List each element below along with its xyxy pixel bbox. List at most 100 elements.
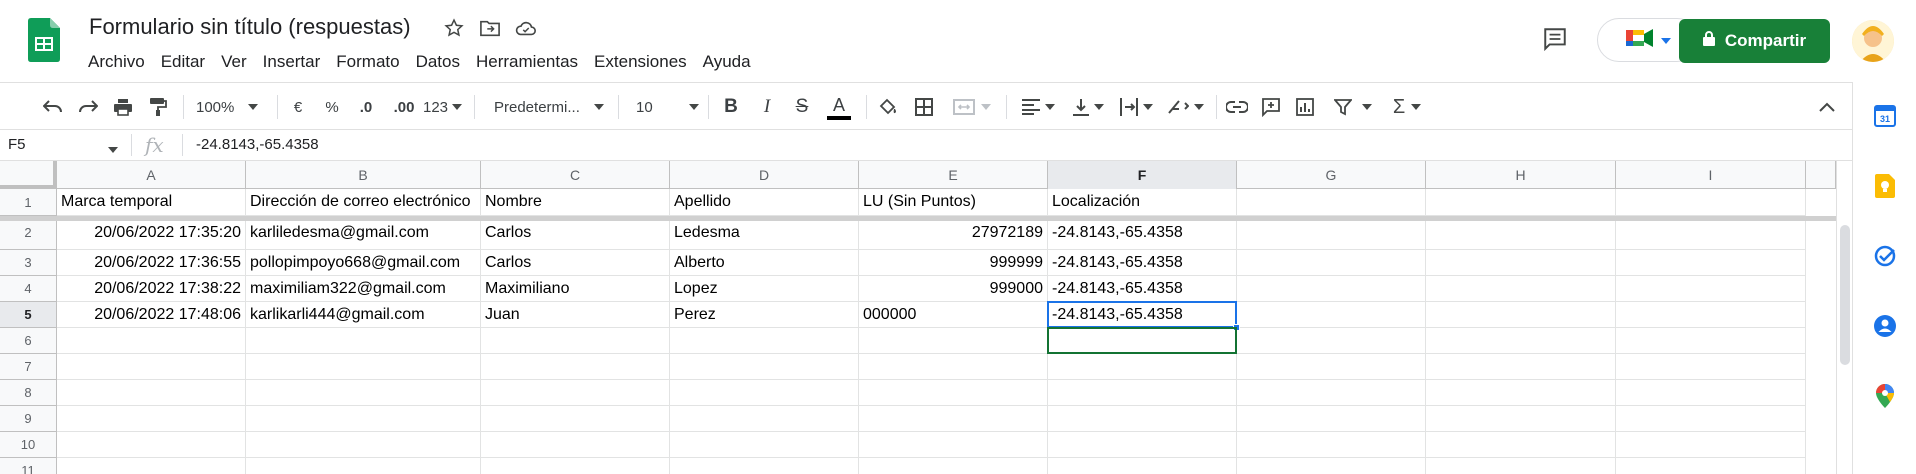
empty-cell[interactable] <box>1237 354 1426 380</box>
header-cell[interactable]: Marca temporal <box>57 189 246 216</box>
table-cell[interactable]: pollopimpoyo668@gmail.com <box>246 250 481 276</box>
menu-insertar[interactable]: Insertar <box>255 50 329 74</box>
column-header-a[interactable]: A <box>57 161 246 189</box>
empty-cell[interactable] <box>1426 458 1616 474</box>
align-vertical-icon[interactable] <box>1068 93 1108 121</box>
frozen-row-divider[interactable] <box>0 216 1836 221</box>
filter-icon[interactable] <box>1330 93 1376 121</box>
table-cell[interactable]: karliledesma@gmail.com <box>246 216 481 250</box>
empty-cell[interactable] <box>1048 354 1237 380</box>
header-cell[interactable] <box>1237 189 1426 216</box>
empty-cell[interactable] <box>481 406 670 432</box>
empty-cell[interactable] <box>246 432 481 458</box>
formula-input[interactable]: -24.8143,-65.4358 <box>196 136 319 153</box>
empty-cell[interactable] <box>670 406 859 432</box>
empty-cell[interactable] <box>1616 458 1806 474</box>
empty-cell[interactable] <box>246 354 481 380</box>
currency-button[interactable]: € <box>288 93 308 121</box>
keep-icon[interactable] <box>1873 174 1897 198</box>
empty-cell[interactable] <box>1237 328 1426 354</box>
row-header-11[interactable]: 11 <box>0 458 57 474</box>
empty-cell[interactable] <box>670 432 859 458</box>
empty-cell[interactable] <box>1426 328 1616 354</box>
empty-cell[interactable] <box>670 458 859 474</box>
empty-cell[interactable] <box>57 432 246 458</box>
table-cell[interactable] <box>1616 302 1806 328</box>
table-cell[interactable]: karlikarli444@gmail.com <box>246 302 481 328</box>
print-icon[interactable] <box>110 93 136 121</box>
text-color-button[interactable]: A <box>826 93 852 121</box>
chevron-down-icon[interactable] <box>108 140 118 158</box>
share-button[interactable]: Compartir <box>1679 19 1830 63</box>
text-wrap-icon[interactable] <box>1116 93 1156 121</box>
table-cell[interactable]: 20/06/2022 17:48:06 <box>57 302 246 328</box>
select-all-corner[interactable] <box>0 161 57 189</box>
decrease-decimals-button[interactable]: .0 <box>352 93 380 121</box>
empty-cell[interactable] <box>1426 354 1616 380</box>
document-title[interactable]: Formulario sin título (respuestas) <box>89 14 411 40</box>
header-cell[interactable]: LU (Sin Puntos) <box>859 189 1048 216</box>
empty-cell[interactable] <box>859 458 1048 474</box>
italic-button[interactable]: I <box>756 93 778 121</box>
move-to-folder-icon[interactable] <box>478 16 502 40</box>
collapse-toolbar-icon[interactable] <box>1814 93 1840 121</box>
row-header-2[interactable]: 2 <box>0 216 57 250</box>
empty-cell[interactable] <box>859 380 1048 406</box>
empty-cell[interactable] <box>57 406 246 432</box>
table-cell[interactable]: Lopez <box>670 276 859 302</box>
table-cell[interactable]: maximiliam322@gmail.com <box>246 276 481 302</box>
table-cell[interactable]: 999000 <box>859 276 1048 302</box>
empty-cell[interactable] <box>1426 380 1616 406</box>
vertical-scrollbar[interactable] <box>1836 161 1852 474</box>
empty-cell[interactable] <box>481 328 670 354</box>
empty-cell[interactable] <box>859 406 1048 432</box>
empty-cell[interactable] <box>859 432 1048 458</box>
strikethrough-button[interactable]: S <box>791 93 813 121</box>
column-header-e[interactable]: E <box>859 161 1048 189</box>
table-cell[interactable]: Ledesma <box>670 216 859 250</box>
column-header-i[interactable]: I <box>1616 161 1806 189</box>
menu-formato[interactable]: Formato <box>328 50 407 74</box>
table-cell[interactable]: Juan <box>481 302 670 328</box>
table-cell[interactable]: -24.8143,-65.4358 <box>1048 250 1237 276</box>
empty-cell[interactable] <box>1426 406 1616 432</box>
empty-cell[interactable] <box>1237 432 1426 458</box>
empty-cell[interactable] <box>1048 380 1237 406</box>
table-cell[interactable] <box>1426 276 1616 302</box>
header-cell[interactable] <box>1616 189 1806 216</box>
avatar-icon[interactable] <box>1852 20 1894 62</box>
table-cell[interactable] <box>1237 250 1426 276</box>
row-header-6[interactable]: 6 <box>0 328 57 354</box>
sheets-logo-icon[interactable] <box>28 18 60 62</box>
table-cell[interactable] <box>1616 216 1806 250</box>
table-cell[interactable] <box>1237 276 1426 302</box>
table-cell[interactable]: Alberto <box>670 250 859 276</box>
more-formats-button[interactable]: 123 <box>423 93 465 121</box>
paint-format-icon[interactable] <box>145 93 171 121</box>
empty-cell[interactable] <box>57 458 246 474</box>
table-cell[interactable] <box>1237 302 1426 328</box>
table-cell[interactable]: 20/06/2022 17:35:20 <box>57 216 246 250</box>
table-cell[interactable]: 000000 <box>859 302 1048 328</box>
row-header-3[interactable]: 3 <box>0 250 57 276</box>
row-header-4[interactable]: 4 <box>0 276 57 302</box>
table-cell[interactable]: 20/06/2022 17:38:22 <box>57 276 246 302</box>
merge-cells-icon[interactable] <box>948 93 996 121</box>
redo-icon[interactable] <box>75 93 101 121</box>
menu-editar[interactable]: Editar <box>153 50 213 74</box>
empty-cell[interactable] <box>1426 432 1616 458</box>
empty-cell[interactable] <box>859 354 1048 380</box>
table-cell[interactable]: Maximiliano <box>481 276 670 302</box>
insert-chart-icon[interactable] <box>1292 93 1318 121</box>
header-cell[interactable]: Nombre <box>481 189 670 216</box>
empty-cell[interactable] <box>1616 354 1806 380</box>
table-cell[interactable] <box>1426 250 1616 276</box>
insert-link-icon[interactable] <box>1224 93 1250 121</box>
functions-icon[interactable]: Σ <box>1386 93 1428 121</box>
empty-cell[interactable] <box>1048 406 1237 432</box>
empty-cell[interactable] <box>246 328 481 354</box>
cloud-saved-icon[interactable] <box>514 16 538 40</box>
table-cell[interactable] <box>1426 216 1616 250</box>
scrollbar-thumb[interactable] <box>1840 225 1850 365</box>
empty-cell[interactable] <box>246 406 481 432</box>
